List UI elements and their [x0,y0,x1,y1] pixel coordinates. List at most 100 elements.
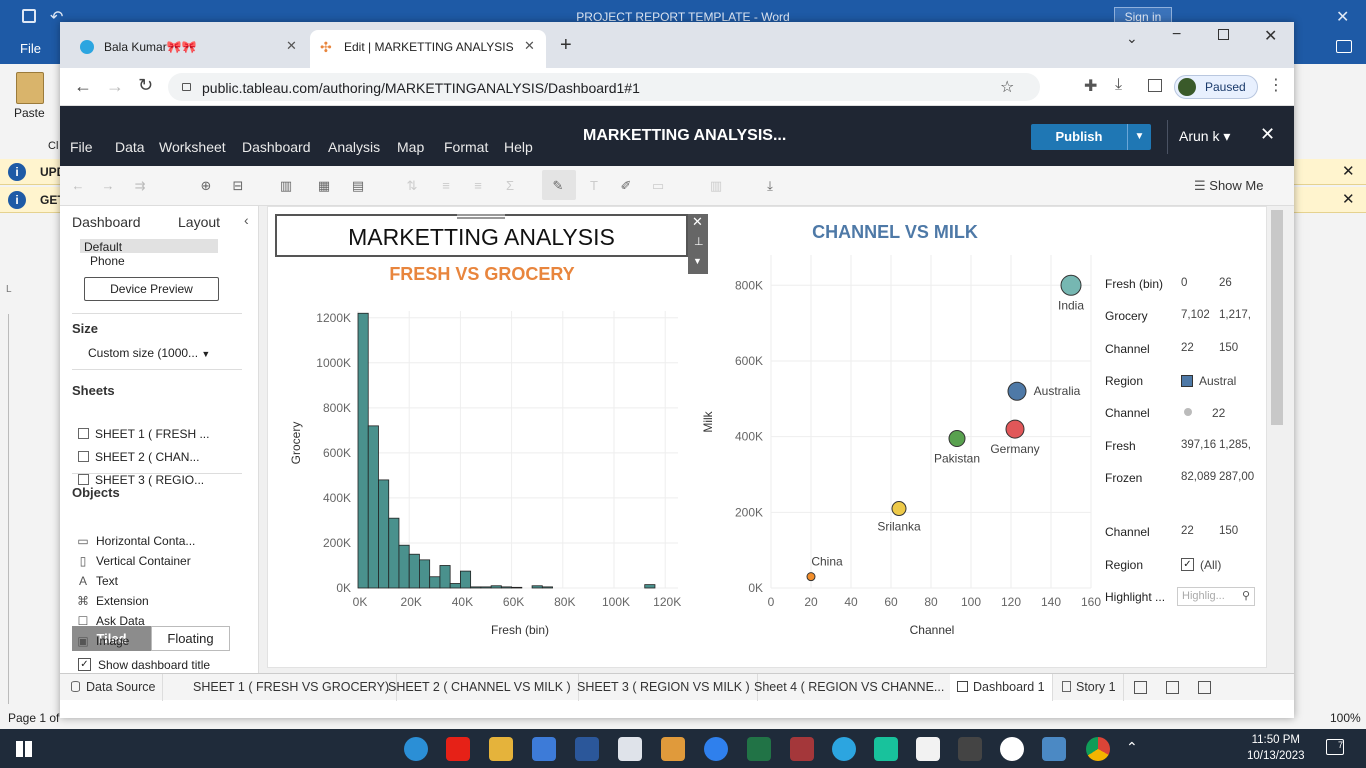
tab-search-chevron-icon[interactable]: ⌄ [1126,30,1138,47]
region-filter-checkbox[interactable]: ✓ [1181,558,1194,571]
telegram-icon[interactable] [832,737,856,761]
store-icon[interactable] [532,737,556,761]
object-item[interactable]: ▣ Image [76,634,129,648]
sheet-list-item[interactable]: SHEET 2 ( CHAN... [78,450,199,464]
histogram-bar[interactable] [480,586,492,589]
new-tab-icon[interactable]: + [560,34,572,57]
clock[interactable]: 11:50 PM 10/13/2023 [1247,732,1305,764]
scatter-point[interactable] [891,501,907,517]
zoom-level[interactable]: 100% [1330,711,1361,725]
object-item[interactable]: ☐ Ask Data [76,614,145,628]
scatter-point[interactable] [1005,419,1025,439]
address-bar[interactable]: public.tableau.com/authoring/MARKETTINGA… [168,73,1040,101]
media-player-icon[interactable] [704,737,728,761]
r-app-icon[interactable] [874,737,898,761]
sort-desc-icon[interactable]: ≡ [468,178,488,194]
object-item[interactable]: ⌘ Extension [76,594,149,608]
sheet-tab[interactable]: Dashboard 1 [950,674,1053,701]
sheet-tab[interactable]: Story 1 [1055,674,1124,701]
sheet-tab[interactable]: SHEET 1 ( FRESH VS GROCERY) [186,674,398,701]
histogram-bar[interactable] [500,586,513,589]
publish-button[interactable]: Publish ▼ [1031,124,1151,150]
pause-updates-icon[interactable]: ⊟ [228,178,248,194]
histogram-bar[interactable] [531,585,543,589]
close-tab-icon[interactable]: ✕ [286,38,297,54]
new-worksheet-icon[interactable]: ▥ [276,178,296,194]
object-item[interactable]: ▭ Horizontal Conta... [76,534,195,548]
sort-asc-icon[interactable]: ≡ [436,178,456,194]
menu-help[interactable]: Help [504,139,533,155]
device-option-phone[interactable]: Phone [90,254,125,268]
youtube-icon[interactable] [446,737,470,761]
close-authoring-icon[interactable]: ✕ [1260,124,1275,145]
scatter-point[interactable] [948,430,966,448]
histogram-bar[interactable] [388,517,400,589]
histogram-bar[interactable] [419,559,431,589]
sheet-list-item[interactable]: SHEET 1 ( FRESH ... [78,427,209,441]
word-app-icon[interactable] [575,737,599,761]
workbook-title[interactable]: MARKETTING ANALYSIS... [583,127,786,145]
object-item[interactable]: A Text [76,574,118,588]
extensions-icon[interactable]: ✚ [1084,76,1097,96]
menu-format[interactable]: Format [444,139,488,155]
scrollbar[interactable] [1269,206,1286,668]
replay-icon[interactable]: ⇉ [130,178,150,194]
histogram-bar[interactable] [511,586,523,589]
format-icon[interactable]: ✐ [616,178,636,194]
info-close-icon[interactable]: ✕ [1342,162,1355,180]
histogram-bar[interactable] [459,570,472,589]
show-me-button[interactable]: ☰ Show Me [1194,178,1263,194]
github-icon[interactable] [1000,737,1024,761]
size-dropdown[interactable]: Custom size (1000... ▼ [88,346,210,360]
swap-icon[interactable]: ⇅ [402,178,422,194]
histogram-bar[interactable] [449,583,461,589]
sheet-tab[interactable]: SHEET 2 ( CHANNEL VS MILK ) [381,674,579,701]
paste-icon[interactable] [16,72,44,104]
chrome-icon[interactable] [1086,737,1110,761]
tray-chevron-icon[interactable]: ⌃ [1126,739,1138,756]
collapse-panel-icon[interactable]: ‹ [244,212,249,228]
info-close-icon[interactable]: ✕ [1342,190,1355,208]
comments-icon[interactable] [1336,40,1352,53]
show-cards-icon[interactable]: ▥ [706,178,726,194]
histogram-bar[interactable] [644,584,656,589]
scatter-point[interactable] [1060,274,1082,296]
show-title-checkbox[interactable]: ✓ [78,658,91,671]
histogram-bar[interactable] [490,585,502,589]
mail-icon[interactable] [618,737,642,761]
redo-icon[interactable]: → [98,178,118,194]
notifications-icon[interactable]: 7 [1326,739,1344,755]
browser-menu-icon[interactable]: ⋮ [1268,75,1284,95]
file-explorer-icon[interactable] [489,737,513,761]
histogram-bar[interactable] [357,312,369,589]
edge-icon[interactable] [404,737,428,761]
sheet-list-item[interactable]: SHEET 3 ( REGIO... [78,473,204,487]
profile-button[interactable]: Paused [1174,75,1258,99]
close-tab-icon[interactable]: ✕ [524,38,535,54]
menu-dashboard[interactable]: Dashboard [242,139,311,155]
url-text[interactable]: public.tableau.com/authoring/MARKETTINGA… [202,80,640,96]
download-tableau-icon[interactable]: ⤓ [760,178,780,194]
sheet-tab[interactable]: Sheet 4 ( REGION VS CHANNE... [747,674,953,701]
browser-tab-bala[interactable]: Bala Kumar🎀🎀 ✕ [70,30,308,68]
user-menu[interactable]: Arun k ▾ [1179,128,1230,145]
menu-map[interactable]: Map [397,139,424,155]
sheet-tab[interactable]: Data Source [64,674,164,701]
new-worksheet-tab-icon[interactable] [1134,681,1147,694]
back-icon[interactable]: ← [74,76,92,97]
floating-button[interactable]: Floating [151,626,230,651]
maximize-icon[interactable] [1218,29,1229,40]
highlight-icon[interactable]: ✎ [548,178,568,194]
menu-worksheet[interactable]: Worksheet [159,139,226,155]
paste-label[interactable]: Paste [14,106,45,120]
camera-app-icon[interactable] [958,737,982,761]
window-close-icon[interactable]: ✕ [1264,26,1277,46]
scrollbar-thumb[interactable] [1271,210,1283,425]
bookmark-star-icon[interactable]: ☆ [1000,77,1014,97]
menu-file[interactable]: File [70,139,93,155]
clear-sheet-icon[interactable]: ▤ [348,178,368,194]
scatter-point[interactable] [1007,381,1027,401]
access-icon[interactable] [790,737,814,761]
reload-icon[interactable]: ↻ [138,75,153,96]
browser-tab-tableau[interactable]: ✣ Edit | MARKETTING ANALYSIS ✕ [310,30,546,68]
